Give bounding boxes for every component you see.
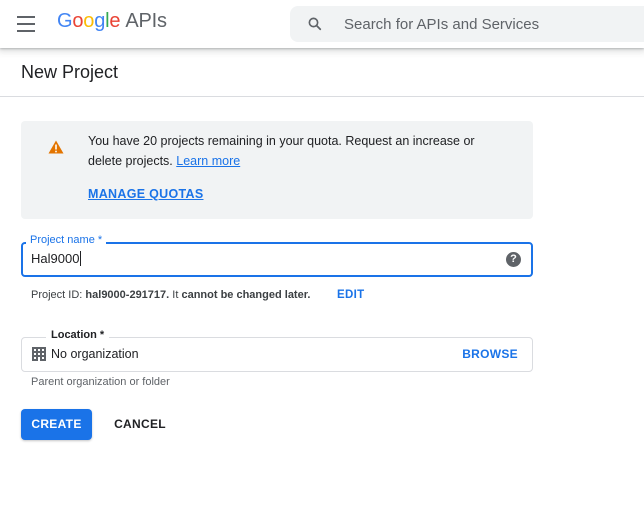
search-icon[interactable] bbox=[306, 15, 324, 33]
quota-notice: You have 20 projects remaining in your q… bbox=[21, 121, 533, 219]
location-label: Location * bbox=[46, 329, 110, 341]
google-apis-logo[interactable]: Google APIs bbox=[57, 10, 167, 33]
hamburger-menu-icon[interactable] bbox=[17, 16, 37, 32]
search-input[interactable] bbox=[344, 6, 644, 42]
page-header: New Project bbox=[0, 48, 644, 97]
edit-project-id-button[interactable]: EDIT bbox=[337, 289, 364, 301]
top-app-bar: Google APIs bbox=[0, 0, 644, 48]
manage-quotas-link[interactable]: MANAGE QUOTAS bbox=[88, 187, 203, 201]
warning-icon bbox=[48, 140, 64, 154]
text-cursor bbox=[80, 251, 82, 266]
help-icon[interactable]: ? bbox=[506, 252, 521, 267]
project-id-text: Project ID: hal9000-291717. It cannot be… bbox=[31, 289, 311, 301]
project-name-field[interactable]: Hal9000 ? bbox=[21, 242, 533, 277]
page-title: New Project bbox=[21, 62, 119, 82]
browse-button[interactable]: BROWSE bbox=[462, 347, 518, 361]
quota-message: You have 20 projects remaining in your q… bbox=[88, 134, 475, 168]
location-helper-text: Parent organization or folder bbox=[31, 376, 170, 388]
learn-more-link[interactable]: Learn more bbox=[176, 154, 240, 168]
create-button[interactable]: CREATE bbox=[21, 409, 92, 440]
location-field[interactable]: No organization BROWSE bbox=[21, 337, 533, 372]
location-value: No organization bbox=[51, 347, 139, 361]
project-name-label: Project name * bbox=[26, 234, 107, 246]
cancel-button[interactable]: CANCEL bbox=[108, 409, 172, 440]
building-icon bbox=[32, 347, 46, 361]
project-name-input[interactable]: Hal9000 bbox=[31, 251, 82, 266]
search-bar[interactable] bbox=[290, 6, 644, 42]
